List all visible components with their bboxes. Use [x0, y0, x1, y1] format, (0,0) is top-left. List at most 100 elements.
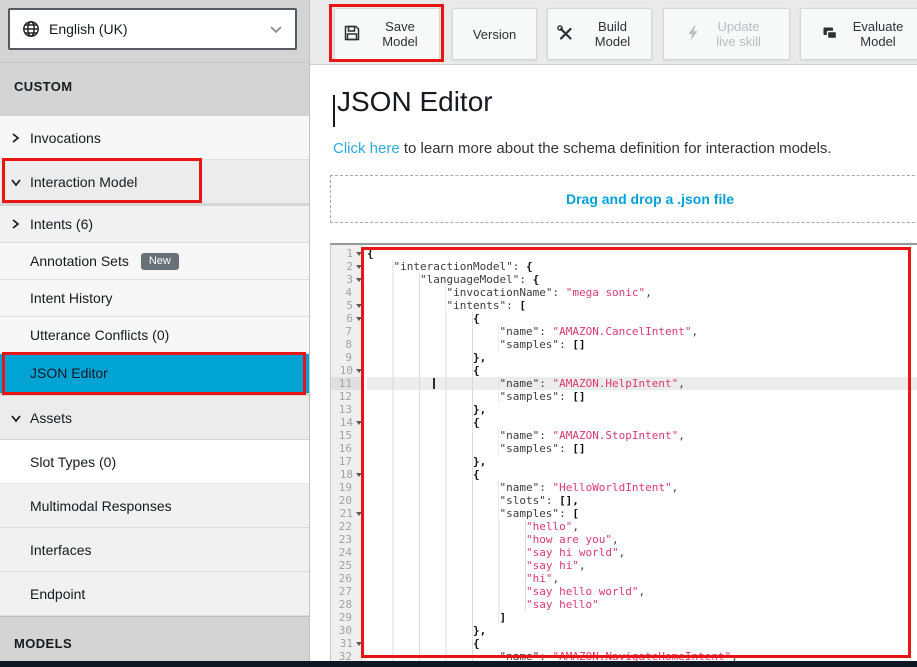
gutter-line[interactable]: 24 — [331, 546, 364, 559]
gutter-line[interactable]: 13 — [331, 403, 364, 416]
fold-arrow-icon[interactable] — [356, 304, 362, 308]
code-line[interactable]: "say hi", — [367, 559, 917, 572]
sidebar-item-json-editor[interactable]: JSON Editor — [0, 354, 309, 393]
fold-arrow-icon[interactable] — [356, 421, 362, 425]
gutter-line[interactable]: 7 — [331, 325, 364, 338]
fold-arrow-icon[interactable] — [356, 642, 362, 646]
gutter-line[interactable]: 17 — [331, 455, 364, 468]
code-line[interactable]: { — [367, 247, 917, 260]
build-model-button[interactable]: Build Model — [547, 8, 652, 60]
gutter-line[interactable]: 19 — [331, 481, 364, 494]
fold-arrow-icon[interactable] — [356, 317, 362, 321]
code-line[interactable]: "samples": [] — [367, 442, 917, 455]
code-line[interactable]: { — [367, 637, 917, 650]
version-button[interactable]: Version — [452, 8, 537, 60]
code-line[interactable]: "name": "AMAZON.CancelIntent", — [367, 325, 917, 338]
sidebar-item-interfaces[interactable]: Interfaces — [0, 528, 309, 572]
gutter-line[interactable]: 29 — [331, 611, 364, 624]
gutter-line[interactable]: 8 — [331, 338, 364, 351]
gutter-line[interactable]: 14 — [331, 416, 364, 429]
code-line[interactable]: "how are you", — [367, 533, 917, 546]
code-line[interactable]: }, — [367, 351, 917, 364]
gutter-line[interactable]: 20 — [331, 494, 364, 507]
code-line[interactable]: "say hi world", — [367, 546, 917, 559]
gutter-line[interactable]: 27 — [331, 585, 364, 598]
gutter-line[interactable]: 16 — [331, 442, 364, 455]
sidebar-item-label: Interaction Model — [30, 174, 137, 190]
editor-content[interactable]: { "interactionModel": { "languageModel":… — [364, 245, 917, 667]
fold-arrow-icon[interactable] — [356, 512, 362, 516]
gutter-line[interactable]: 10 — [331, 364, 364, 377]
sidebar-item-intents[interactable]: Intents (6) — [0, 206, 309, 243]
chevron-down-icon — [0, 413, 30, 423]
code-line[interactable]: "invocationName": "mega sonic", — [367, 286, 917, 299]
gutter-line[interactable]: 26 — [331, 572, 364, 585]
save-model-button[interactable]: Save Model — [334, 8, 440, 60]
sidebar-item-intent-history[interactable]: Intent History — [0, 280, 309, 317]
gutter-line[interactable]: 3 — [331, 273, 364, 286]
fold-arrow-icon[interactable] — [356, 265, 362, 269]
update-live-skill-button[interactable]: Update live skill — [663, 8, 790, 60]
code-line[interactable]: "hello", — [367, 520, 917, 533]
gutter-line[interactable]: 2 — [331, 260, 364, 273]
gutter-line[interactable]: 21 — [331, 507, 364, 520]
gutter-line[interactable]: 11 — [331, 377, 364, 390]
gutter-line[interactable]: 22 — [331, 520, 364, 533]
gutter-line[interactable]: 31 — [331, 637, 364, 650]
code-line[interactable]: "name": "AMAZON.StopIntent", — [367, 429, 917, 442]
code-line[interactable]: "intents": [ — [367, 299, 917, 312]
code-line[interactable]: }, — [367, 403, 917, 416]
sidebar-item-annotation-sets[interactable]: Annotation Sets New — [0, 243, 309, 280]
gutter-line[interactable]: 1 — [331, 247, 364, 260]
json-code-editor[interactable]: 1234567891011121314151617181920212223242… — [330, 243, 917, 667]
code-line[interactable]: "interactionModel": { — [367, 260, 917, 273]
sidebar-item-interaction-model[interactable]: Interaction Model — [0, 160, 309, 204]
sidebar-item-endpoint[interactable]: Endpoint — [0, 572, 309, 616]
language-selector[interactable]: English (UK) — [8, 8, 297, 50]
fold-arrow-icon[interactable] — [356, 278, 362, 282]
gutter-line[interactable]: 12 — [331, 390, 364, 403]
code-line[interactable]: { — [367, 416, 917, 429]
learn-more-link[interactable]: Click here — [333, 140, 400, 157]
sidebar-item-invocations[interactable]: Invocations — [0, 116, 309, 160]
code-line[interactable]: "name": "AMAZON.HelpIntent", — [367, 377, 917, 390]
code-line[interactable]: "samples": [ — [367, 507, 917, 520]
code-line[interactable]: "hi", — [367, 572, 917, 585]
code-line[interactable]: "languageModel": { — [367, 273, 917, 286]
gutter-line[interactable]: 9 — [331, 351, 364, 364]
chevron-down-icon — [0, 177, 30, 187]
fold-arrow-icon[interactable] — [356, 369, 362, 373]
gutter-line[interactable]: 28 — [331, 598, 364, 611]
json-file-dropzone[interactable]: Drag and drop a .json file — [330, 175, 917, 223]
fold-arrow-icon[interactable] — [356, 473, 362, 477]
code-line[interactable]: "samples": [] — [367, 390, 917, 403]
sidebar-item-label: Utterance Conflicts (0) — [30, 327, 169, 343]
code-line[interactable]: }, — [367, 455, 917, 468]
sidebar-item-multimodal-responses[interactable]: Multimodal Responses — [0, 484, 309, 528]
code-line[interactable]: ] — [367, 611, 917, 624]
code-line[interactable]: "samples": [] — [367, 338, 917, 351]
gutter-line[interactable]: 6 — [331, 312, 364, 325]
code-line[interactable]: }, — [367, 624, 917, 637]
gutter-line[interactable]: 4 — [331, 286, 364, 299]
code-line[interactable]: { — [367, 364, 917, 377]
code-line[interactable]: "say hello" — [367, 598, 917, 611]
gutter-line[interactable]: 25 — [331, 559, 364, 572]
gutter-line[interactable]: 18 — [331, 468, 364, 481]
code-line[interactable]: "name": "HelloWorldIntent", — [367, 481, 917, 494]
code-line[interactable]: { — [367, 312, 917, 325]
code-line[interactable]: { — [367, 468, 917, 481]
button-label: Evaluate Model — [847, 19, 909, 49]
fold-arrow-icon[interactable] — [356, 252, 362, 256]
dropzone-label: Drag and drop a .json file — [566, 191, 734, 207]
sidebar-item-utterance-conflicts[interactable]: Utterance Conflicts (0) — [0, 317, 309, 354]
gutter-line[interactable]: 5 — [331, 299, 364, 312]
gutter-line[interactable]: 15 — [331, 429, 364, 442]
evaluate-model-button[interactable]: Evaluate Model — [800, 8, 917, 60]
code-line[interactable]: "say hello world", — [367, 585, 917, 598]
sidebar-item-assets[interactable]: Assets — [0, 396, 309, 440]
code-line[interactable]: "slots": [], — [367, 494, 917, 507]
sidebar-item-slot-types[interactable]: Slot Types (0) — [0, 440, 309, 484]
gutter-line[interactable]: 23 — [331, 533, 364, 546]
gutter-line[interactable]: 30 — [331, 624, 364, 637]
